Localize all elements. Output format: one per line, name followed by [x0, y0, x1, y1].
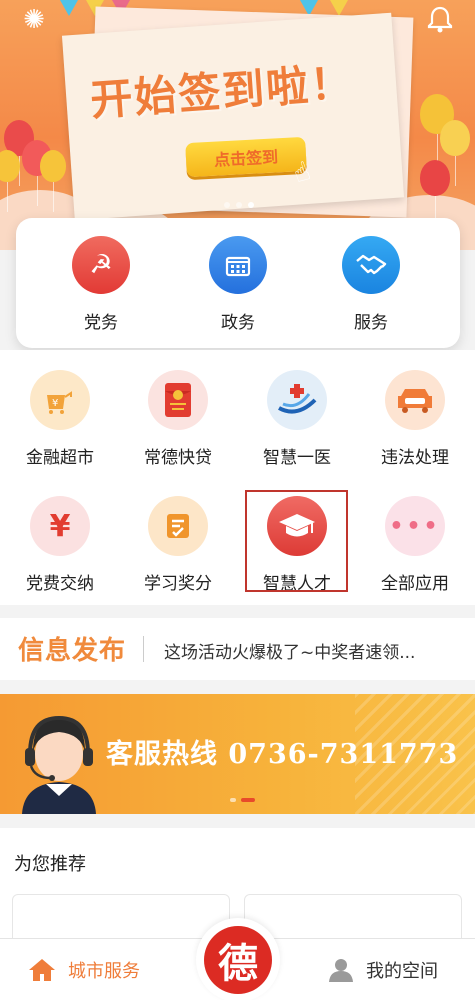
app-grid: ¥ 金融超市 常德快贷 智慧一医 违法处理 ¥ 党费交纳 学习奖分 智慧人才 •… [0, 350, 475, 605]
carousel-indicator [230, 798, 255, 802]
app-violation-handling[interactable]: 违法处理 [356, 370, 474, 468]
yuan-icon: ¥ [30, 496, 90, 556]
service-government[interactable]: 政务 [193, 236, 283, 333]
handshake-icon [342, 236, 400, 294]
study-checklist-icon [148, 496, 208, 556]
carousel-indicator [224, 202, 254, 208]
service-label: 政务 [221, 313, 255, 333]
bunting-flag [60, 0, 78, 16]
app-label: 学习奖分 [144, 574, 212, 594]
tab-my-space[interactable]: 我的空间 [328, 939, 438, 1000]
balloon-decoration [440, 120, 470, 186]
tab-label: 我的空间 [366, 961, 438, 982]
service-label: 党务 [84, 313, 118, 333]
balloon-decoration [40, 150, 66, 212]
carousel-dot[interactable] [236, 202, 242, 208]
app-label: 智慧一医 [263, 448, 331, 468]
section-title: 为您推荐 [14, 854, 86, 875]
hotline-text[interactable]: 客服热线 0736-7311773 [106, 732, 458, 771]
news-ticker[interactable]: 信息发布 这场活动火爆极了~中奖者速领... [0, 618, 475, 680]
balloon-decoration [0, 150, 20, 212]
news-headline[interactable]: 这场活动火爆极了~中奖者速领... [164, 638, 415, 663]
bunting-flag [330, 0, 348, 16]
carousel-dot-active[interactable] [248, 202, 254, 208]
tab-label: 城市服务 [68, 961, 140, 982]
selected-app-highlight [245, 490, 348, 592]
app-label: 金融超市 [26, 448, 94, 468]
app-party-fee[interactable]: ¥ 党费交纳 [1, 496, 119, 594]
traffic-car-icon [385, 370, 445, 430]
app-label: 全部应用 [381, 574, 449, 594]
divider [143, 636, 144, 662]
user-icon [329, 959, 353, 982]
app-changde-loan[interactable]: 常德快贷 [119, 370, 237, 468]
hospital-logo-icon [267, 370, 327, 430]
news-title: 信息发布 [18, 636, 127, 666]
tab-city-service[interactable]: 城市服务 [28, 939, 140, 1000]
balloon-decoration [420, 160, 450, 226]
more-dots-icon: ••• [385, 496, 445, 556]
main-services-card: ☭ 党务 政务 服务 [16, 218, 460, 348]
de-logo-icon: 德 [204, 926, 272, 994]
svg-text:¥: ¥ [52, 398, 58, 409]
settings-sun-icon[interactable]: ✺ [20, 6, 48, 34]
finance-icon: ¥ [30, 370, 90, 430]
sign-in-button[interactable]: 点击签到 [185, 136, 307, 178]
carousel-dot[interactable] [230, 798, 236, 802]
app-all-apps[interactable]: ••• 全部应用 [356, 496, 474, 594]
customer-service-agent-icon [16, 706, 102, 814]
app-study-points[interactable]: 学习奖分 [119, 496, 237, 594]
app-smart-hospital[interactable]: 智慧一医 [238, 370, 356, 468]
home-icon [29, 959, 55, 981]
party-emblem-icon: ☭ [72, 236, 130, 294]
service-party[interactable]: ☭ 党务 [56, 236, 146, 333]
government-building-icon [209, 236, 267, 294]
bell-icon[interactable] [425, 4, 455, 34]
sign-in-banner[interactable]: 开始签到啦！ 点击签到 ☝ ✺ [0, 0, 475, 250]
service-service[interactable]: 服务 [326, 236, 416, 333]
red-envelope-icon [148, 370, 208, 430]
app-finance-market[interactable]: ¥ 金融超市 [1, 370, 119, 468]
center-logo-button[interactable]: 德 [196, 918, 280, 1000]
app-label: 违法处理 [381, 448, 449, 468]
app-label: 常德快贷 [144, 448, 212, 468]
carousel-dot[interactable] [224, 202, 230, 208]
carousel-dot-active[interactable] [241, 798, 255, 802]
service-label: 服务 [354, 313, 388, 333]
hotline-banner[interactable]: 客服热线 0736-7311773 [0, 694, 475, 814]
app-label: 党费交纳 [26, 574, 94, 594]
